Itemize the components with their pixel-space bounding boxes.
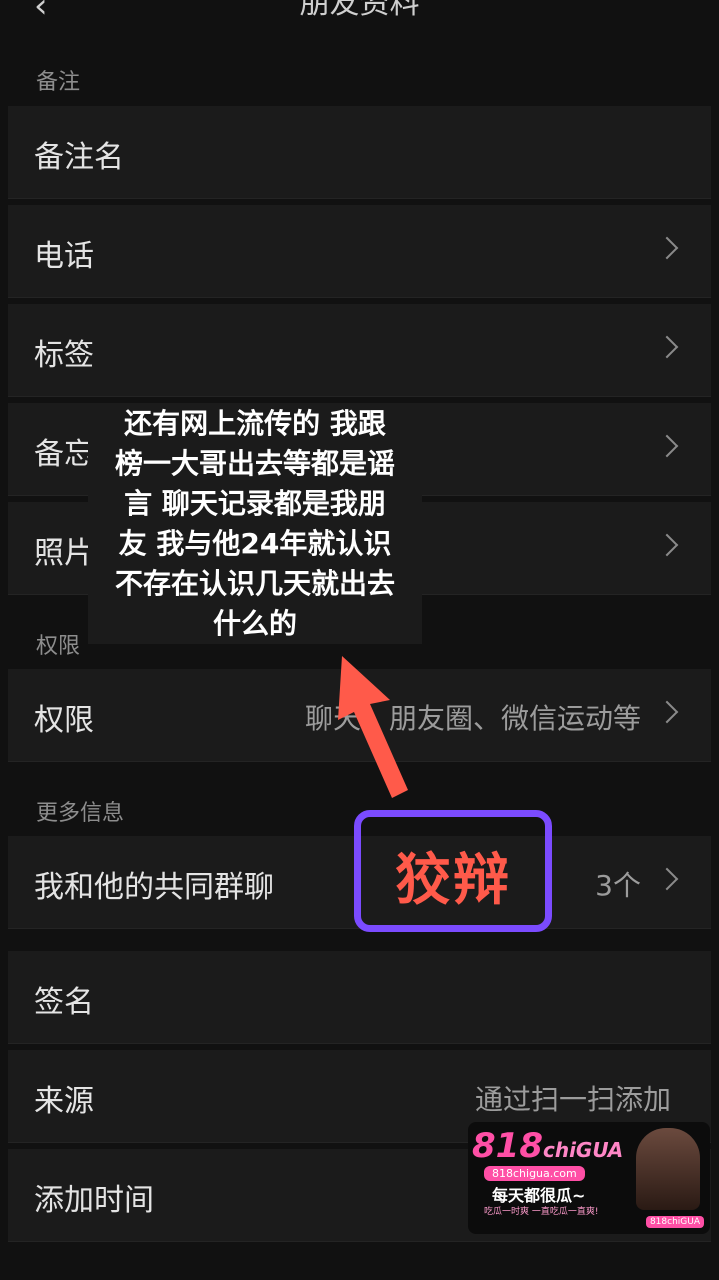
ad-banner[interactable]: 818chiGUA 818chigua.com 每天都很瓜~ 吃瓜一时爽 一直吃… (468, 1122, 710, 1234)
arrow-icon (338, 656, 408, 798)
ad-subtitle: 吃瓜一时爽 一直吃瓜一直爽! (484, 1207, 599, 1217)
callout-text: 狡辩 (395, 848, 511, 913)
ad-badge: 818chiGUA (645, 1216, 704, 1228)
ad-logo: 818chiGUA (472, 1126, 623, 1166)
ad-domain: 818chigua.com (484, 1166, 585, 1181)
ad-logo-main: 818 (472, 1126, 543, 1166)
ad-logo-script: chiGUA (542, 1138, 624, 1162)
arrow-annotation (338, 656, 408, 798)
ad-slogan: 每天都很瓜~ (492, 1186, 586, 1205)
callout-box: 狡辩 (354, 810, 552, 932)
ad-portrait-image (636, 1128, 700, 1210)
